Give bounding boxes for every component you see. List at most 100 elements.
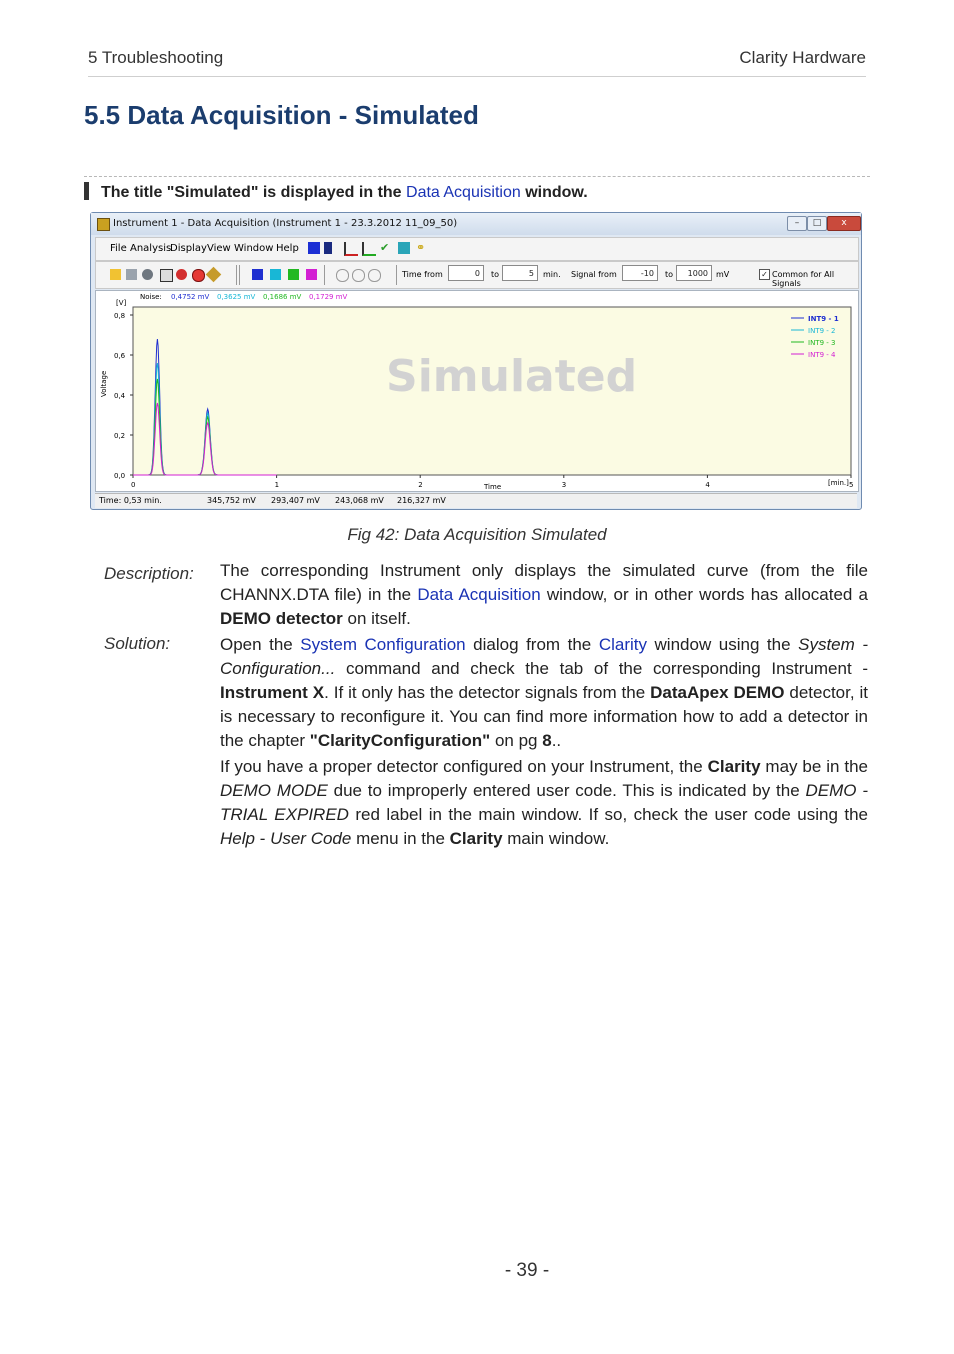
clarity-link[interactable]: Clarity [599,635,647,654]
text-run: may be in the [760,757,868,776]
signal-1-toggle[interactable] [252,269,263,280]
toolbar-separator [324,265,325,285]
chromatogram-icon[interactable] [344,242,358,256]
signal-3-toggle[interactable] [288,269,299,280]
heading-text-before: The title "Simulated" is displayed in th… [101,184,402,201]
x-axis-label: Time [483,483,501,491]
camera-icon[interactable] [160,269,173,282]
x-unit: [min.] [828,479,849,487]
y-unit: [V] [116,299,127,307]
chromatogram-chart[interactable]: Simulated Noise: 0,4752 mV 0,3625 mV 0,1686 … [96,291,858,491]
single-analysis-icon[interactable] [324,242,332,254]
print-icon[interactable] [126,269,137,280]
help-menu-term: Help [220,829,255,848]
status-value-4: 216,327 mV [397,496,446,505]
status-value-2: 293,407 mV [271,496,320,505]
signal-from-input[interactable]: -10 [622,265,658,281]
method-icon[interactable] [308,242,320,254]
text-run: window using the [646,635,799,654]
time-from-input[interactable]: 0 [448,265,484,281]
toolbar-separator [236,265,237,285]
figure-caption: Fig 42: Data Acquisition Simulated [347,525,607,544]
menu-bar: File Analysis Display View Window Help ✔… [95,237,859,261]
y-tick-label: 0,2 [114,432,125,440]
legend-label: INT9 - 4 [808,351,836,359]
toolbar-separator [396,265,397,285]
heading-text-after: window. [525,184,588,201]
solution-paragraph-1: Open the System Configuration dialog fro… [220,633,868,753]
menu-analysis[interactable]: Analysis [130,243,171,254]
heading-bar [84,182,89,200]
checkmark-icon[interactable]: ✔ [380,242,392,254]
x-tick-label: 1 [275,481,279,489]
y-axis-label: Voltage [100,371,108,397]
time-from-label: Time from [402,270,443,279]
status-time: Time: 0,53 min. [99,496,162,505]
record-icon[interactable] [192,269,205,282]
page-reference: 8 [542,731,552,750]
solution-label: Solution: [104,634,171,653]
text-run: menu in the [351,829,450,848]
open-icon[interactable] [110,269,121,280]
clarity-term: Clarity [707,757,761,776]
system-configuration-link[interactable]: System Configuration [300,635,465,654]
signal-to-input[interactable]: 1000 [676,265,712,281]
vial-icon[interactable] [398,242,410,254]
y-tick-label: 0,0 [114,472,125,480]
zoom-out-icon[interactable] [352,269,365,282]
header-product: Clarity Hardware [739,48,866,67]
menu-file[interactable]: File [110,243,127,254]
common-signals-checkbox[interactable]: ✓ [759,269,770,280]
menu-help[interactable]: Help [276,243,299,254]
menu-display[interactable]: Display [170,243,207,254]
status-value-1: 345,752 mV [207,496,256,505]
text-run: main window. [502,829,610,848]
minimize-button[interactable]: – [787,216,807,231]
toolbar: Time from 0 to 5 min. Signal from -10 to… [95,261,859,289]
header-chapter: 5 Troubleshooting [88,48,224,67]
text-run: .. [551,731,562,750]
running-header: 5 Troubleshooting Clarity Hardware [88,48,866,77]
noise-label: Noise: [140,293,162,301]
noise-value: 0,1686 mV [263,293,302,301]
link-icon[interactable]: ⚭ [416,242,428,254]
x-tick-label: 3 [562,481,566,489]
figure-heading: The title "Simulated" is displayed in th… [84,182,588,202]
data-acquisition-window: Instrument 1 - Data Acquisition (Instrum… [90,212,862,510]
instrument-term: Instrument X [220,683,325,702]
text-run: command and check the tab of the corresp… [335,659,868,678]
noise-value: 0,3625 mV [217,293,256,301]
simulated-watermark: Simulated [386,351,637,402]
chapter-reference: "ClarityConfiguration" [309,731,491,750]
x-tick-label: 0 [131,481,135,489]
zoom-reset-icon[interactable] [368,269,381,282]
zoom-in-icon[interactable] [336,269,349,282]
time-to-label: to [491,270,500,279]
text-run: on itself. [342,609,411,628]
menu-window[interactable]: Window [234,243,273,254]
signal-4-toggle[interactable] [306,269,317,280]
graph-icon[interactable] [362,242,376,256]
window-title: Instrument 1 - Data Acquisition (Instrum… [113,218,458,229]
y-tick-label: 0,6 [114,352,126,360]
status-bar: Time: 0,53 min. 345,752 mV 293,407 mV 24… [95,493,857,508]
section-title: 5.5 Data Acquisition - Simulated [84,100,479,130]
close-button[interactable]: x [827,216,861,231]
window-titlebar: Instrument 1 - Data Acquisition (Instrum… [91,213,861,235]
description-text: The corresponding Instrument only displa… [220,559,868,631]
x-tick-label: 2 [418,481,422,489]
signal-2-toggle[interactable] [270,269,281,280]
signal-unit-label: mV [716,270,730,279]
wrench-icon[interactable] [205,266,222,283]
description-label: Description: [104,564,194,583]
maximize-button[interactable]: □ [807,216,827,231]
menu-view[interactable]: View [207,243,231,254]
legend-label: INT9 - 3 [808,339,835,347]
time-unit-label: min. [543,270,561,279]
time-to-input[interactable]: 5 [502,265,538,281]
x-tick-label: 5 [849,481,853,489]
stop-icon[interactable] [142,269,153,280]
abort-icon[interactable] [176,269,187,280]
data-acquisition-link[interactable]: Data Acquisition [406,184,521,201]
data-acquisition-link[interactable]: Data Acquisition [417,585,540,604]
